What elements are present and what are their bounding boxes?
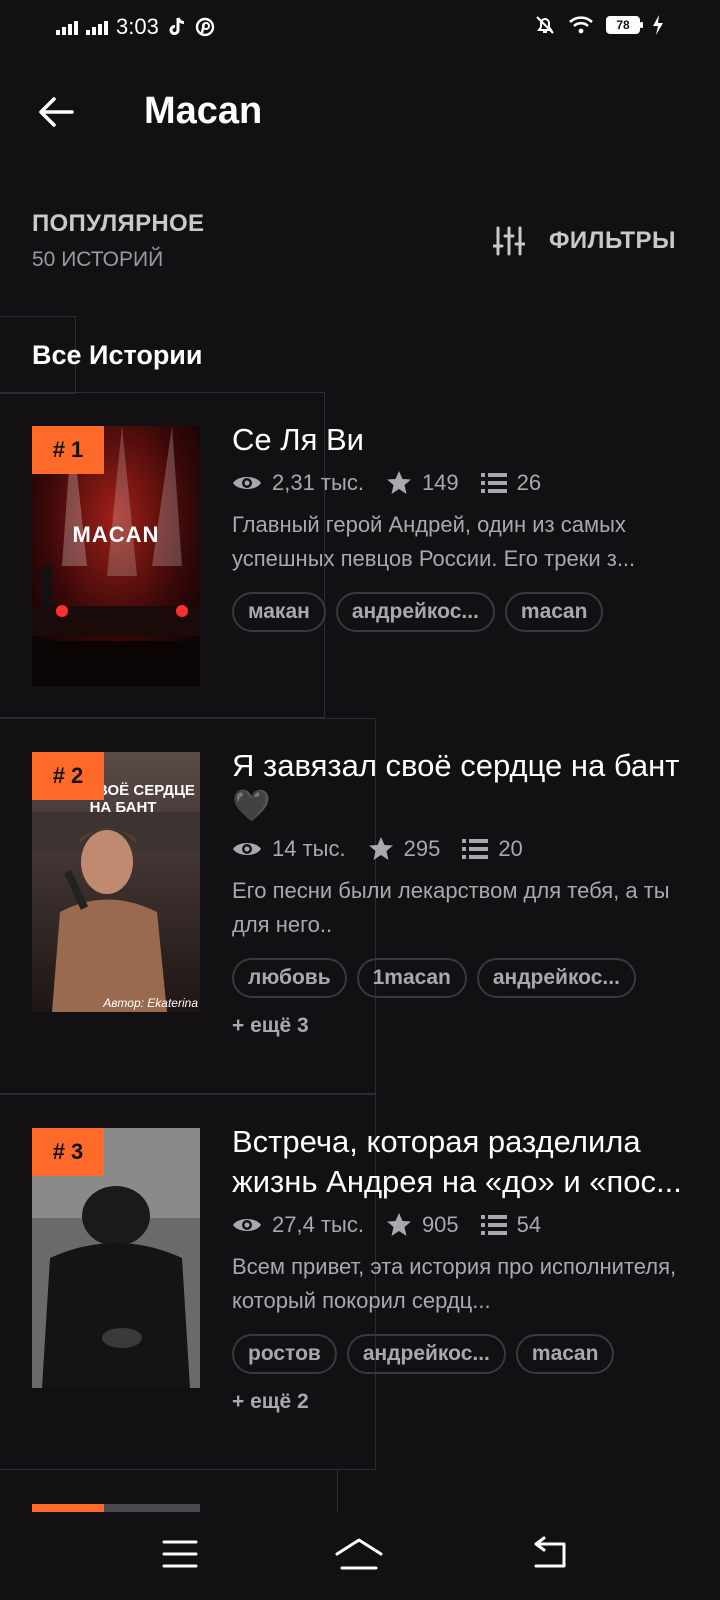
- star-icon: [386, 1213, 411, 1236]
- parts-count: 20: [498, 836, 523, 861]
- tag-chip[interactable]: макан: [232, 592, 326, 632]
- tag-chip[interactable]: андрейкос...: [335, 592, 495, 632]
- parts-list-icon: [480, 473, 507, 493]
- views-eye-icon: [233, 1219, 261, 1231]
- system-nav-bar: [0, 1512, 720, 1600]
- views-eye-icon: [233, 843, 261, 855]
- story-count: 50 ИСТОРИЙ: [32, 248, 164, 271]
- app-bar: Macan: [0, 70, 720, 156]
- star-icon: [368, 837, 393, 860]
- story-cover: # 3: [32, 1128, 200, 1388]
- rank-badge: # 1: [32, 426, 104, 474]
- star-icon: [386, 471, 411, 494]
- wifi-icon: [569, 16, 593, 34]
- signal-icon: [56, 19, 78, 35]
- mute-bell-icon: [536, 16, 554, 34]
- rank-badge: # 2: [32, 752, 104, 800]
- tiktok-icon: [169, 17, 184, 36]
- views-count: 27,4 тыс.: [272, 1212, 364, 1237]
- views-eye-icon: [233, 477, 261, 489]
- section-header: ПОПУЛЯРНОЕ 50 ИСТОРИЙ: [32, 210, 204, 272]
- story-title[interactable]: Я завязал своё сердце на бант🖤: [232, 746, 688, 826]
- page-title: Macan: [144, 90, 263, 132]
- parts-count: 26: [516, 470, 542, 495]
- filter-sliders-icon: [492, 226, 525, 256]
- filters-button[interactable]: ФИЛЬТРЫ: [492, 226, 676, 256]
- partial-cover: [32, 1504, 200, 1512]
- partial-rank-badge: [32, 1504, 104, 1512]
- back-nav-icon[interactable]: [530, 1534, 570, 1574]
- home-icon[interactable]: [334, 1534, 384, 1574]
- filters-label: ФИЛЬТРЫ: [548, 227, 676, 254]
- tag-chip[interactable]: андрейкос...: [346, 1334, 506, 1374]
- story-cover: MACAN # 1: [32, 426, 200, 686]
- more-tags-link[interactable]: + ещё 2: [232, 1390, 688, 1414]
- votes-count: 295: [403, 836, 441, 861]
- story-description: Главный герой Андрей, один из самых успе…: [232, 512, 636, 571]
- charging-icon: [653, 15, 663, 35]
- status-bar: 3:03 78: [0, 0, 720, 58]
- cover-author: Автор: Ekaterina: [103, 996, 198, 1010]
- back-arrow-icon[interactable]: [36, 92, 76, 132]
- tag-chip[interactable]: macan: [504, 592, 604, 632]
- views-count: 2,31 тыс.: [272, 470, 364, 495]
- signal-icon-2: [86, 19, 108, 35]
- story-title[interactable]: Встреча, которая разделила жизнь Андрея …: [232, 1122, 688, 1202]
- tab-all-stories[interactable]: Все Истории: [32, 340, 203, 371]
- story-description: Всем привет, эта история про исполнителя…: [232, 1254, 677, 1313]
- story-cover: ЗАЛ СВОЁ СЕРДЦЕ НА БАНТ Автор: Ekaterina…: [32, 752, 200, 1012]
- votes-count: 905: [421, 1212, 459, 1237]
- story-title[interactable]: Се Ля Ви: [232, 420, 688, 460]
- status-time: 3:03: [116, 14, 159, 39]
- votes-count: 149: [421, 470, 459, 495]
- parts-list-icon: [480, 1215, 507, 1235]
- tag-chip[interactable]: любовь: [232, 958, 347, 998]
- parts-count: 54: [516, 1212, 542, 1237]
- story-card-partial[interactable]: [0, 1470, 338, 1512]
- section-title: ПОПУЛЯРНОЕ: [32, 210, 205, 237]
- views-count: 14 тыс.: [272, 836, 346, 861]
- pinterest-icon: [195, 17, 215, 37]
- more-tags-link[interactable]: + ещё 3: [232, 1014, 688, 1038]
- tag-list: ростов андрейкос... macan: [232, 1334, 688, 1374]
- tag-chip[interactable]: андрейкос...: [476, 958, 636, 998]
- tag-chip[interactable]: macan: [515, 1334, 615, 1374]
- parts-list-icon: [462, 839, 489, 859]
- tag-list: макан андрейкос... macan: [232, 592, 688, 632]
- tag-chip[interactable]: ростов: [232, 1334, 337, 1374]
- rank-badge: # 3: [32, 1128, 104, 1176]
- cover-title: MACAN: [72, 522, 160, 547]
- story-description: Его песни были лекарством для тебя, а ты…: [232, 878, 670, 937]
- menu-icon[interactable]: [160, 1534, 200, 1574]
- battery-icon: 78: [606, 16, 643, 34]
- tag-chip[interactable]: 1macan: [356, 958, 467, 998]
- tag-list: любовь 1macan андрейкос...: [232, 958, 688, 998]
